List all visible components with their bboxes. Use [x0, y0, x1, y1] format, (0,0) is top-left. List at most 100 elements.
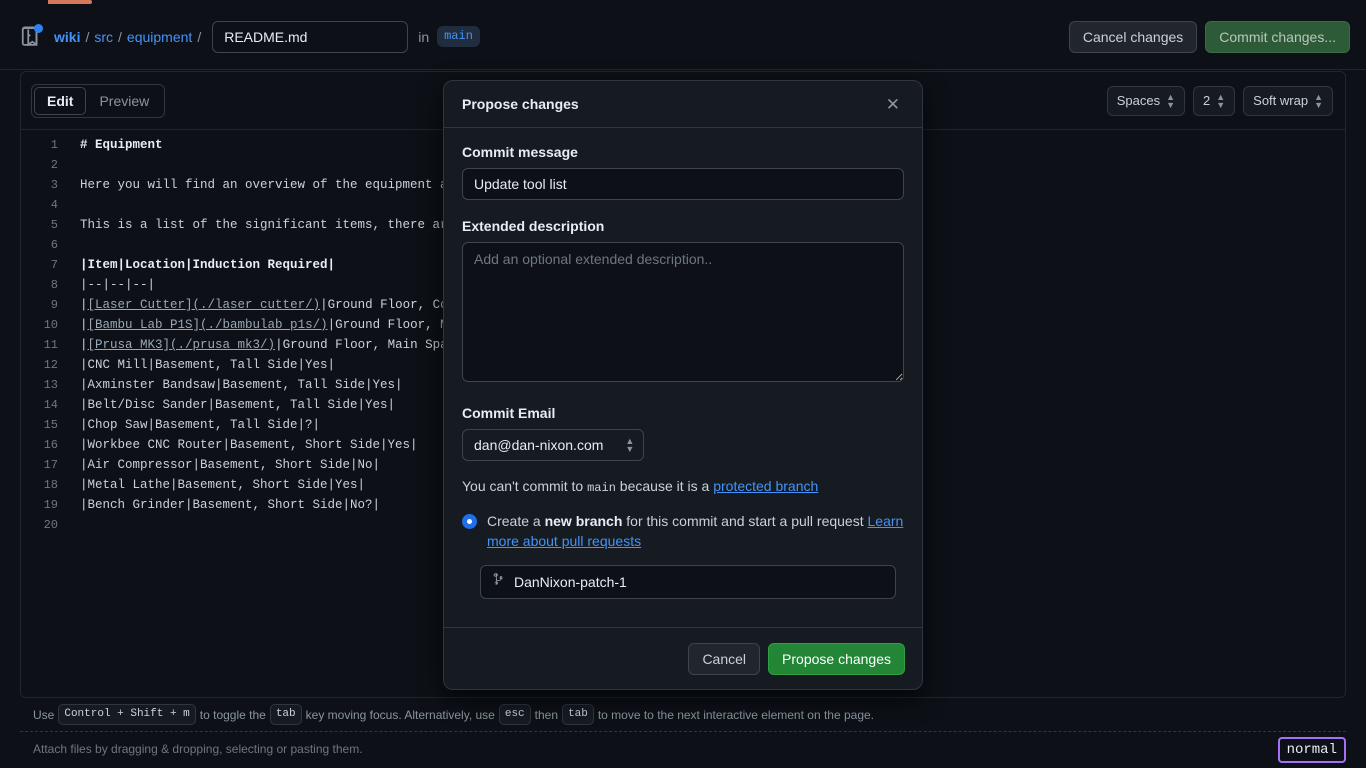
- chevron-updown-icon: ▲▼: [1216, 93, 1225, 109]
- kbd-tab-2: tab: [562, 704, 594, 724]
- breadcrumb-separator: /: [113, 29, 127, 45]
- line-number: 5: [21, 215, 69, 235]
- line-number: 10: [21, 315, 69, 335]
- branch-name-field[interactable]: [480, 565, 896, 599]
- code-text-span: |Chop Saw|Basement, Tall Side|?|: [80, 418, 320, 432]
- protected-branch-link[interactable]: protected branch: [713, 478, 818, 494]
- hint-mid-2: key moving focus. Alternatively, use: [306, 708, 495, 722]
- line-content[interactable]: |--|--|--|: [69, 275, 155, 295]
- line-content[interactable]: |[Bambu Lab P1S](./bambulab_p1s/)|Ground…: [69, 315, 455, 335]
- line-content[interactable]: |[Prusa MK3](./prusa_mk3/)|Ground Floor,…: [69, 335, 463, 355]
- propose-changes-dialog: Propose changes ✕ Commit message Extende…: [443, 80, 923, 690]
- breadcrumb-link-equipment[interactable]: equipment: [127, 29, 192, 45]
- commit-email-select[interactable]: dan@dan-nixon.com ▲▼: [462, 429, 644, 461]
- line-content[interactable]: |Chop Saw|Basement, Tall Side|?|: [69, 415, 320, 435]
- dialog-title: Propose changes: [462, 96, 579, 112]
- close-icon[interactable]: ✕: [880, 92, 906, 117]
- code-text-span: |Ground Floor, Ma: [328, 318, 456, 332]
- line-number: 6: [21, 235, 69, 255]
- keyboard-hint-row: Use Control + Shift + m to toggle the ta…: [20, 698, 1346, 732]
- editor-status-bar: Use Control + Shift + m to toggle the ta…: [20, 698, 1346, 768]
- editor-tabs: Edit Preview: [31, 84, 165, 118]
- tab-preview[interactable]: Preview: [86, 87, 162, 115]
- markdown-link: [Laser Cutter]: [88, 298, 193, 312]
- git-branch-icon: [491, 572, 506, 592]
- dialog-header: Propose changes ✕: [444, 81, 922, 128]
- dialog-propose-changes-button[interactable]: Propose changes: [768, 643, 905, 675]
- vim-mode-badge: normal: [1278, 737, 1346, 763]
- line-number: 12: [21, 355, 69, 375]
- markdown-link: [Prusa MK3]: [88, 338, 171, 352]
- spacer: [462, 200, 904, 218]
- line-content[interactable]: |Workbee CNC Router|Basement, Short Side…: [69, 435, 418, 455]
- line-content[interactable]: # Equipment: [69, 135, 163, 155]
- protected-prefix: You can't commit to: [462, 478, 587, 494]
- line-content[interactable]: |Bench Grinder|Basement, Short Side|No?|: [69, 495, 380, 515]
- hint-mid-3: then: [535, 708, 558, 722]
- protected-branch-name: main: [587, 481, 616, 495]
- commit-message-input[interactable]: [462, 168, 904, 200]
- filename-input[interactable]: [212, 21, 408, 53]
- indent-size-select[interactable]: 2 ▲▼: [1193, 86, 1235, 116]
- markdown-link: (./bambulab_p1s/): [200, 318, 328, 332]
- indent-mode-label: Spaces: [1117, 93, 1160, 108]
- breadcrumb-link-wiki[interactable]: wiki: [54, 29, 80, 45]
- code-text-span: |CNC Mill|Basement, Tall Side|Yes|: [80, 358, 335, 372]
- line-content[interactable]: This is a list of the significant items,…: [69, 215, 455, 235]
- line-number: 4: [21, 195, 69, 215]
- line-number: 17: [21, 455, 69, 475]
- attach-files-hint: Attach files by dragging & dropping, sel…: [20, 732, 1346, 766]
- dialog-footer: Cancel Propose changes: [444, 627, 922, 689]
- extended-description-textarea[interactable]: [462, 242, 904, 382]
- chevron-updown-icon: ▲▼: [625, 437, 634, 453]
- code-text-span: |Item|Location|Induction Required|: [80, 258, 335, 272]
- line-content[interactable]: |CNC Mill|Basement, Tall Side|Yes|: [69, 355, 335, 375]
- new-branch-radio[interactable]: [462, 514, 477, 529]
- chevron-updown-icon: ▲▼: [1314, 93, 1323, 109]
- line-content[interactable]: |Belt/Disc Sander|Basement, Tall Side|Ye…: [69, 395, 395, 415]
- code-text-span: Here you will find an overview of the eq…: [80, 178, 463, 192]
- line-content[interactable]: |Item|Location|Induction Required|: [69, 255, 335, 275]
- cancel-changes-button[interactable]: Cancel changes: [1069, 21, 1197, 53]
- new-branch-text: Create a new branch for this commit and …: [487, 511, 904, 552]
- code-text-span: |Workbee CNC Router|Basement, Short Side…: [80, 438, 418, 452]
- line-number: 18: [21, 475, 69, 495]
- line-number: 11: [21, 335, 69, 355]
- new-branch-post: for this commit and start a pull request: [622, 513, 867, 529]
- commit-changes-button[interactable]: Commit changes...: [1205, 21, 1350, 53]
- branch-badge: main: [437, 26, 480, 46]
- commit-email-label: Commit Email: [462, 405, 904, 421]
- chevron-updown-icon: ▲▼: [1166, 93, 1175, 109]
- page-header: wiki / src / equipment / in main Cancel …: [0, 4, 1366, 70]
- indent-mode-select[interactable]: Spaces ▲▼: [1107, 86, 1185, 116]
- line-content[interactable]: Here you will find an overview of the eq…: [69, 175, 463, 195]
- line-number: 15: [21, 415, 69, 435]
- code-text-span: |Ground Floor, Cor: [320, 298, 455, 312]
- dialog-body: Commit message Extended description Comm…: [444, 128, 922, 627]
- line-content[interactable]: |Air Compressor|Basement, Short Side|No|: [69, 455, 380, 475]
- protected-middle: because it is a: [616, 478, 713, 494]
- line-number: 16: [21, 435, 69, 455]
- breadcrumb-separator: /: [192, 29, 206, 45]
- branch-name-input[interactable]: [514, 574, 885, 590]
- hint-pre: Use: [33, 708, 54, 722]
- line-content[interactable]: |[Laser Cutter](./laser_cutter/)|Ground …: [69, 295, 455, 315]
- wrap-mode-label: Soft wrap: [1253, 93, 1308, 108]
- commit-message-label: Commit message: [462, 144, 904, 160]
- code-text-span: # Equipment: [80, 138, 163, 152]
- breadcrumb-link-src[interactable]: src: [94, 29, 113, 45]
- line-content[interactable]: |Metal Lathe|Basement, Short Side|Yes|: [69, 475, 365, 495]
- new-branch-option[interactable]: Create a new branch for this commit and …: [462, 511, 904, 552]
- spacer: [462, 387, 904, 405]
- line-content[interactable]: |Axminster Bandsaw|Basement, Tall Side|Y…: [69, 375, 403, 395]
- new-branch-pre: Create a: [487, 513, 545, 529]
- tab-edit[interactable]: Edit: [34, 87, 86, 115]
- kbd-esc: esc: [499, 704, 531, 724]
- dialog-cancel-button[interactable]: Cancel: [688, 643, 760, 675]
- line-number: 13: [21, 375, 69, 395]
- line-number: 8: [21, 275, 69, 295]
- wrap-mode-select[interactable]: Soft wrap ▲▼: [1243, 86, 1333, 116]
- code-text-span: |: [80, 318, 88, 332]
- hint-post: to move to the next interactive element …: [598, 708, 874, 722]
- code-text-span: |--|--|--|: [80, 278, 155, 292]
